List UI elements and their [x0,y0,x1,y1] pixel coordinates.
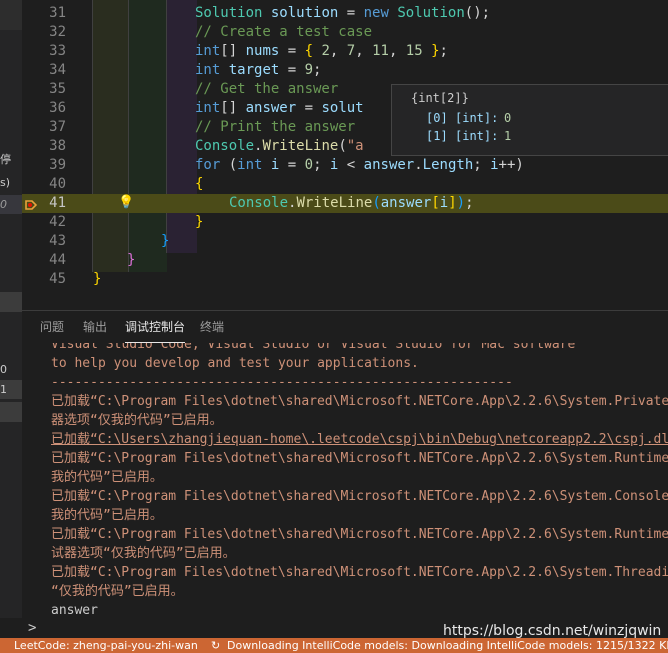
line-text: // Get the answer [195,81,339,97]
line-number: 34 [49,62,66,78]
line-number: 37 [49,119,66,135]
console-line: 已加载“C:\Program Files\dotnet\shared\Micro… [51,394,668,409]
console-line: Visual Studio Code, Visual Studio or Vis… [51,343,576,352]
console-line: 已加载“C:\Program Files\dotnet\shared\Micro… [51,565,668,580]
panel-tabs: 问题 输出 调试控制台 终端 [22,311,668,343]
tab-terminal[interactable]: 终端 [200,311,224,343]
lightbulb-icon[interactable]: 💡 [118,195,134,210]
line-text: { [195,176,204,192]
line-text: Console.WriteLine(answer[i]); [229,195,474,211]
side-panel-header [0,0,22,30]
line-text: int[] answer = solut [195,100,364,116]
line-text: } [161,233,170,249]
hover-title: {int[2]} [411,91,469,105]
console-line: 已加载“C:\Program Files\dotnet\shared\Micro… [51,451,668,466]
console-line: to help you develop and test your applic… [51,356,419,371]
tab-problems[interactable]: 问题 [40,311,64,343]
hover-item-value: 0 [504,111,512,125]
breakpoint-arrow-icon[interactable] [25,200,37,210]
code-line[interactable]: 44 } [22,251,668,270]
line-text: for (int i = 0; i < answer.Length; i++) [195,157,524,173]
line-number: 33 [49,43,66,59]
console-line: 我的代码”已启用。 [51,470,163,485]
side-panel-section-header[interactable] [0,402,22,422]
hover-item-index[interactable]: [0] [426,110,448,126]
hover-item-type: [int]: [455,111,499,125]
code-line[interactable]: 42 } [22,213,668,232]
line-number: 32 [49,24,66,40]
console-line: 我的代码”已启用。 [51,508,163,523]
line-text: } [93,271,102,287]
line-number: 42 [49,214,66,230]
console-line: 试器选项“仅我的代码”已启用。 [51,546,236,561]
status-bar: LeetCode: zheng-pai-you-zhi-wan ↻ Downlo… [0,638,668,653]
line-number: 38 [49,138,66,154]
console-line: 已加载“C:\Program Files\dotnet\shared\Micro… [51,527,668,542]
code-line[interactable]: 34 int target = 9; [22,61,668,80]
code-line[interactable]: 39 for (int i = 0; i < answer.Length; i+… [22,156,668,175]
code-line[interactable]: 31 Solution solution = new Solution(); [22,4,668,23]
code-editor[interactable]: 31 Solution solution = new Solution(); 3… [22,0,668,300]
line-number: 39 [49,157,66,173]
side-panel-section-header[interactable] [0,292,22,312]
line-number: 40 [49,176,66,192]
line-text: Console.WriteLine("a [195,138,364,154]
hover-item-index[interactable]: [1] [426,128,448,144]
bottom-panel: 问题 输出 调试控制台 终端 Visual Studio Code, Visua… [22,310,668,636]
line-number: 36 [49,100,66,116]
console-line: “仅我的代码”已启用。 [51,584,184,599]
side-panel-fragment: 0 [0,363,7,376]
line-number: 45 [49,271,66,287]
code-line[interactable]: 43 } [22,232,668,251]
side-panel-fragment: 停 [0,153,11,166]
prompt-chevron-icon: > [28,620,37,636]
console-line-link[interactable]: 已加载“C:\Users\zhangjiequan-home\.leetcode… [51,430,668,449]
line-text: int[] nums = { 2, 7, 11, 15 }; [195,43,448,59]
line-number: 31 [49,5,66,21]
sync-icon: ↻ [211,639,221,652]
line-text: } [127,252,136,268]
line-text: } [195,214,204,230]
tab-output[interactable]: 输出 [83,311,107,343]
debug-console-output[interactable]: Visual Studio Code, Visual Studio or Vis… [22,343,668,633]
code-line[interactable]: 32 // Create a test case [22,23,668,42]
line-text: int target = 9; [195,62,322,78]
side-panel-fragment[interactable]: 0 [0,195,22,214]
side-panel-fragment: s) [0,176,11,189]
line-number: 35 [49,81,66,97]
code-line[interactable]: 33 int[] nums = { 2, 7, 11, 15 }; [22,42,668,61]
line-text: Solution solution = new Solution(); [195,5,491,21]
code-line[interactable]: 45 } [22,270,668,289]
side-panel-fragment[interactable]: 1 [0,380,22,399]
side-panel-edge: 停 s) 0 0 1 [0,0,22,640]
code-line[interactable]: 40 { [22,175,668,194]
line-text: // Print the answer [195,119,356,135]
status-leetcode[interactable]: LeetCode: zheng-pai-you-zhi-wan [14,638,198,653]
hover-item-type: [int]: [455,129,499,143]
console-line: 器选项“仅我的代码”已启用。 [51,413,223,428]
watermark: https://blog.csdn.net/winzjqwin [443,623,662,639]
tab-debug-console[interactable]: 调试控制台 [125,311,186,343]
line-number: 43 [49,233,66,249]
debug-hover-tooltip[interactable]: {int[2]} [0] [int]: 0 [1] [int]: 1 [391,84,668,156]
hover-item-value: 1 [504,129,512,143]
line-number: 44 [49,252,66,268]
console-line: ----------------------------------------… [51,375,513,390]
line-text: // Create a test case [195,24,373,40]
status-intellicode-download[interactable]: Downloading IntelliCode models: Download… [227,638,668,653]
console-line: 已加载“C:\Program Files\dotnet\shared\Micro… [51,489,668,504]
